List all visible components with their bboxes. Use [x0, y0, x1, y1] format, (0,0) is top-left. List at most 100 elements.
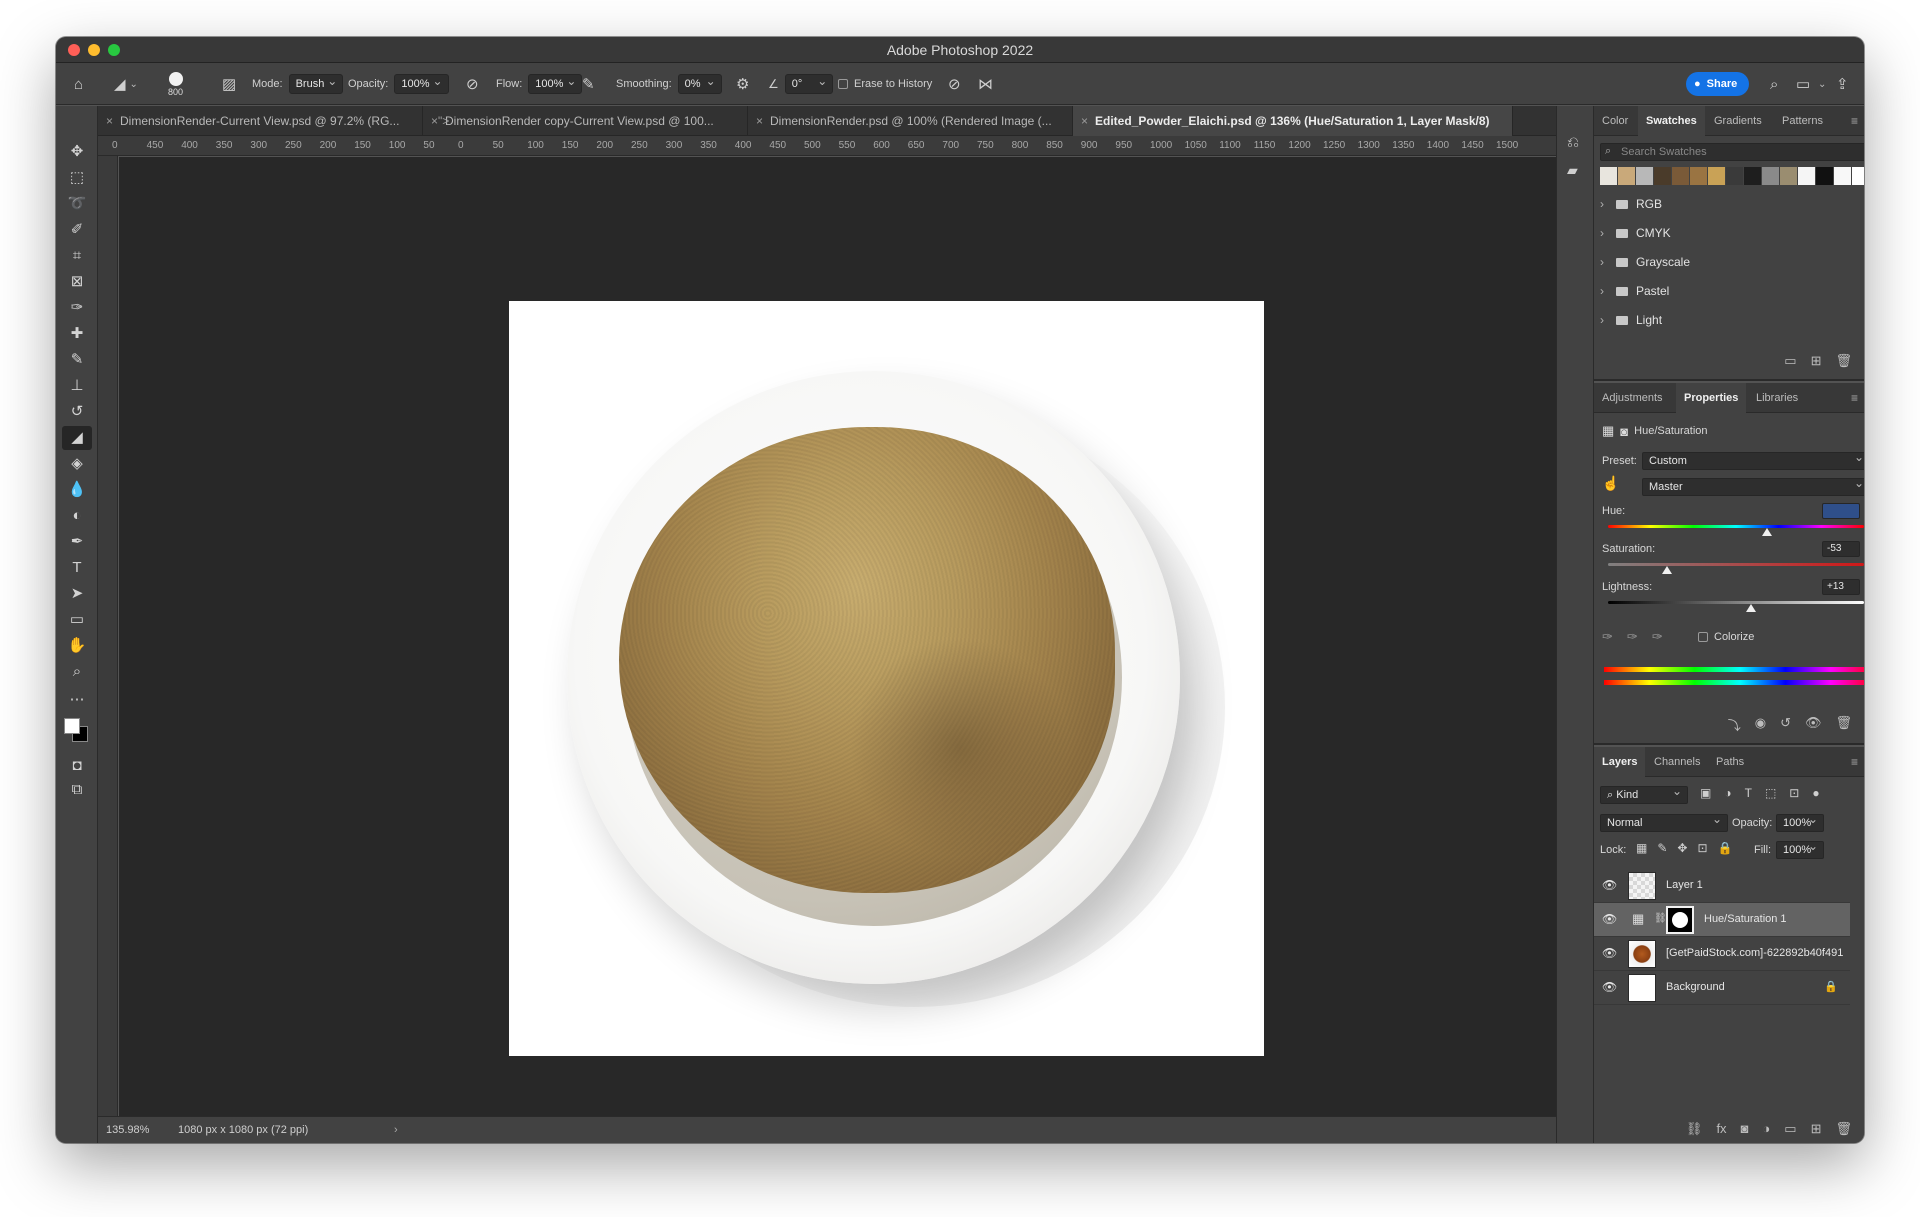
close-icon[interactable]: ×">	[431, 106, 449, 136]
swatch-color[interactable]	[1834, 167, 1851, 185]
swatch-color[interactable]	[1654, 167, 1671, 185]
doc-tab-2[interactable]: ×"> DimensionRender copy-Current View.ps…	[423, 106, 748, 136]
trash-icon[interactable]: 🗑	[1835, 715, 1852, 734]
lightness-slider-thumb[interactable]	[1746, 604, 1757, 612]
type-filter-icon[interactable]: T	[1745, 786, 1752, 800]
minimize-window-button[interactable]	[88, 44, 100, 56]
swatch-color[interactable]	[1798, 167, 1815, 185]
dodge-tool-icon[interactable]: ◐	[62, 504, 92, 528]
doc-tab-3[interactable]: × DimensionRender.psd @ 100% (Rendered I…	[748, 106, 1073, 136]
blur-tool-icon[interactable]: 💧	[62, 478, 92, 502]
tab-swatches[interactable]: Swatches	[1638, 106, 1705, 136]
zoom-level[interactable]: 135.98%	[106, 1124, 149, 1136]
lock-artboard-icon[interactable]: ⊡	[1697, 841, 1707, 855]
gear-icon[interactable]: ⚙	[736, 63, 749, 105]
swatch-color[interactable]	[1618, 167, 1635, 185]
history-icon[interactable]: ⎌	[1567, 134, 1579, 151]
visibility-eye-icon[interactable]: 👁	[1602, 980, 1617, 994]
foreground-color-swatch[interactable]	[64, 718, 80, 734]
marquee-tool-icon[interactable]: ⬚	[62, 166, 92, 190]
lock-all-icon[interactable]: 🔒	[1718, 841, 1733, 855]
home-icon[interactable]: ⌂	[74, 63, 83, 105]
colorize-checkbox[interactable]	[1698, 632, 1708, 642]
eyedropper-tool-icon[interactable]: ✑	[62, 296, 92, 320]
layer-filter-dropdown[interactable]: ⌕ Kind	[1600, 783, 1688, 804]
lock-position-icon[interactable]: ✥	[1677, 841, 1687, 855]
frame-tool-icon[interactable]: ⊠	[62, 270, 92, 294]
shape-filter-icon[interactable]: ⬚	[1765, 786, 1776, 800]
trash-icon[interactable]: 🗑	[1835, 1121, 1852, 1137]
document-info[interactable]: 1080 px x 1080 px (72 ppi)	[178, 1124, 308, 1136]
swatch-color[interactable]	[1672, 167, 1689, 185]
canvas-area[interactable]	[119, 157, 1556, 1116]
search-icon[interactable]: ⌕	[1770, 63, 1778, 105]
lock-image-icon[interactable]: ✎	[1657, 841, 1667, 855]
history-brush-tool-icon[interactable]: ↺	[62, 400, 92, 424]
swatch-group-rgb[interactable]: › RGB	[1600, 192, 1662, 216]
layer-opacity-input[interactable]: 100%	[1776, 811, 1824, 832]
panel-menu-icon[interactable]: ≡	[1851, 391, 1858, 405]
chevron-down-icon[interactable]: ⌄	[1818, 63, 1826, 105]
new-group-icon[interactable]: ▭	[1784, 1121, 1796, 1137]
tab-paths[interactable]: Paths	[1708, 747, 1752, 777]
tab-patterns[interactable]: Patterns	[1774, 106, 1831, 136]
smoothing-dropdown[interactable]: 0%	[677, 72, 722, 94]
hue-slider-thumb[interactable]	[1761, 528, 1772, 536]
quick-select-tool-icon[interactable]: ✐	[62, 218, 92, 242]
hue-value-input[interactable]	[1822, 503, 1860, 519]
new-layer-icon[interactable]: ⊞	[1811, 1121, 1822, 1137]
move-tool-icon[interactable]: ✥	[62, 140, 92, 164]
color-swatches[interactable]	[64, 718, 90, 744]
quick-mask-icon[interactable]: ◘	[62, 754, 92, 778]
filter-toggle-icon[interactable]: ●	[1812, 786, 1819, 800]
visibility-icon[interactable]: 👁	[1805, 715, 1822, 734]
tab-layers[interactable]: Layers	[1594, 747, 1646, 777]
pixel-filter-icon[interactable]: ▣	[1700, 786, 1711, 800]
zoom-tool-icon[interactable]: ⌕	[62, 660, 92, 684]
screen-mode-icon[interactable]: ⧉	[62, 778, 92, 802]
lock-transparent-icon[interactable]: ▦	[1636, 841, 1647, 855]
preset-dropdown[interactable]: Custom	[1642, 449, 1864, 470]
smart-object-filter-icon[interactable]: ⊡	[1789, 786, 1799, 800]
more-tools-icon[interactable]: ⋯	[62, 688, 92, 712]
path-select-tool-icon[interactable]: ➤	[62, 582, 92, 606]
rectangle-tool-icon[interactable]: ▭	[62, 608, 92, 632]
close-icon[interactable]: ×	[1081, 106, 1088, 136]
pen-tool-icon[interactable]: ✒	[62, 530, 92, 554]
healing-brush-tool-icon[interactable]: ✚	[62, 322, 92, 346]
saturation-value-input[interactable]: -53	[1822, 541, 1860, 557]
swatch-color[interactable]	[1708, 167, 1725, 185]
layer-mask-icon[interactable]: ◙	[1620, 424, 1628, 439]
pressure-opacity-icon[interactable]: ⊘	[466, 63, 479, 105]
visibility-eye-icon[interactable]: 👁	[1602, 946, 1617, 960]
type-tool-icon[interactable]: T	[62, 556, 92, 580]
eyedropper-add-icon[interactable]: ✑	[1627, 629, 1638, 645]
swatch-color[interactable]	[1636, 167, 1653, 185]
eyedropper-subtract-icon[interactable]: ✑	[1652, 629, 1663, 645]
lightness-value-input[interactable]: +13	[1822, 579, 1860, 595]
lock-icon[interactable]: 🔒	[1824, 980, 1838, 993]
brush-size-picker[interactable]: 800	[168, 63, 183, 105]
layer-row[interactable]: 👁 [GetPaidStock.com]-622892b40f491	[1594, 937, 1850, 971]
saturation-slider-thumb[interactable]	[1661, 566, 1672, 574]
tab-adjustments[interactable]: Adjustments	[1594, 383, 1671, 413]
eyedropper-icon[interactable]: ✑	[1602, 629, 1613, 645]
visibility-eye-icon[interactable]: 👁	[1602, 878, 1617, 892]
fill-input[interactable]: 100%	[1776, 838, 1824, 859]
hue-slider-track[interactable]	[1608, 525, 1864, 528]
tab-gradients[interactable]: Gradients	[1706, 106, 1770, 136]
brush-settings-icon[interactable]: ▨	[222, 63, 236, 105]
hand-tool-icon[interactable]: ✋	[62, 634, 92, 658]
pressure-size-icon[interactable]: ⊘	[948, 63, 961, 105]
lightness-slider-track[interactable]	[1608, 601, 1864, 604]
swatch-group-grayscale[interactable]: › Grayscale	[1600, 250, 1690, 274]
layer-style-icon[interactable]: fx	[1716, 1121, 1726, 1137]
view-previous-icon[interactable]: ◉	[1755, 715, 1766, 734]
visibility-eye-icon[interactable]: 👁	[1602, 912, 1617, 926]
layer-row[interactable]: 👁 Layer 1	[1594, 869, 1850, 903]
add-mask-icon[interactable]: ◙	[1741, 1121, 1749, 1137]
panel-menu-icon[interactable]: ≡	[1851, 755, 1858, 769]
tool-preset-picker[interactable]: ◢ ⌄	[114, 63, 138, 105]
hue-saturation-icon[interactable]: ▦	[1602, 423, 1614, 439]
channel-dropdown[interactable]: Master	[1642, 475, 1864, 496]
